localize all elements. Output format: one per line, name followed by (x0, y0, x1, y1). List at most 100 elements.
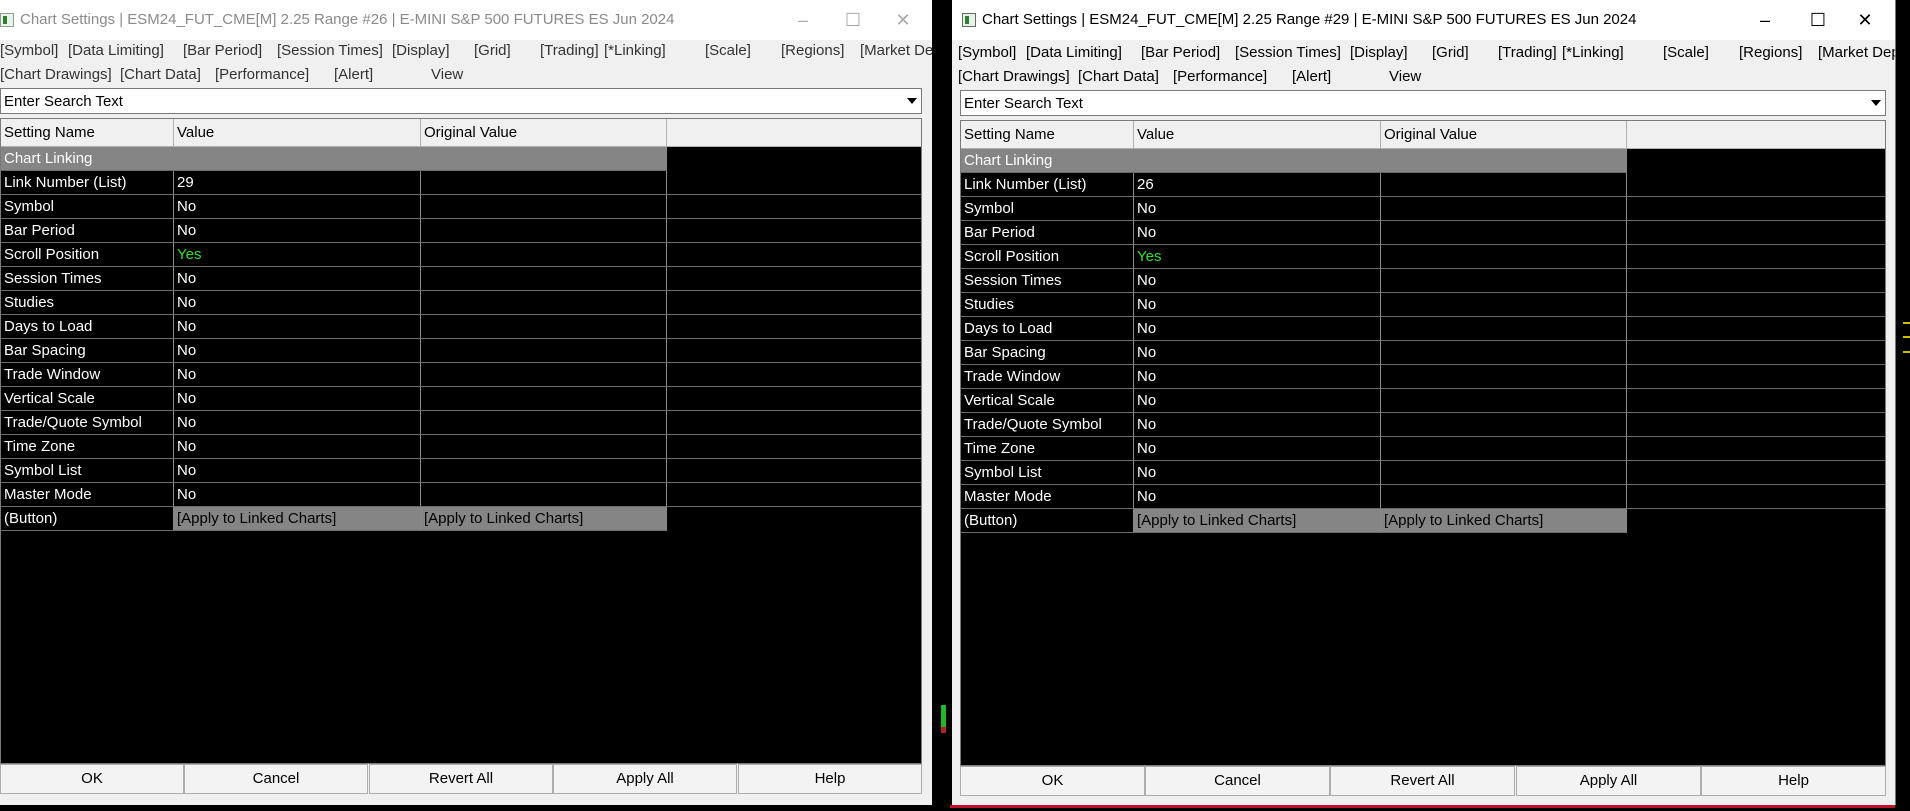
table-row[interactable]: Vertical Scale No (1, 387, 921, 411)
close-icon[interactable]: ✕ (880, 4, 926, 36)
menu-item[interactable]: [Trading] (1498, 44, 1557, 61)
table-row[interactable]: Scroll Position Yes (961, 245, 1885, 269)
setting-value[interactable]: 29 (174, 171, 421, 195)
setting-value[interactable]: No (174, 387, 421, 411)
setting-value[interactable]: No (1134, 317, 1381, 341)
menu-item[interactable]: [Symbol] (0, 42, 58, 59)
search-box[interactable] (960, 90, 1886, 116)
revert-all-button[interactable]: Revert All (369, 764, 553, 794)
menu-item[interactable]: [Grid] (474, 42, 511, 59)
menu-item[interactable]: [Performance] (1173, 68, 1267, 85)
setting-value[interactable]: No (174, 291, 421, 315)
setting-value[interactable]: 26 (1134, 173, 1381, 197)
menu-item[interactable]: [Market Depth] (1818, 44, 1895, 61)
menu-item[interactable]: [Data Limiting] (68, 42, 164, 59)
menu-item[interactable]: [Symbol] (958, 44, 1016, 61)
column-header[interactable] (667, 119, 921, 147)
table-row[interactable]: Time Zone No (1, 435, 921, 459)
table-row[interactable]: Scroll Position Yes (1, 243, 921, 267)
table-row[interactable]: Symbol No (961, 197, 1885, 221)
search-box[interactable] (0, 88, 922, 114)
setting-value[interactable]: No (1134, 437, 1381, 461)
table-row[interactable]: Link Number (List) 26 (961, 173, 1885, 197)
table-row[interactable]: Link Number (List) 29 (1, 171, 921, 195)
column-header[interactable]: Value (174, 119, 421, 147)
menu-item[interactable]: [Bar Period] (1141, 44, 1220, 61)
table-row[interactable]: Symbol List No (1, 459, 921, 483)
menu-item[interactable]: [Display] (392, 42, 450, 59)
table-row[interactable]: Trade/Quote Symbol No (961, 413, 1885, 437)
close-icon[interactable]: ✕ (1842, 4, 1888, 36)
setting-value[interactable]: No (1134, 341, 1381, 365)
search-input[interactable] (964, 92, 1858, 114)
menu-item[interactable]: View (1389, 68, 1421, 85)
menu-item[interactable]: [Data Limiting] (1026, 44, 1122, 61)
setting-value[interactable]: Yes (1134, 245, 1381, 269)
table-row[interactable]: Bar Period No (961, 221, 1885, 245)
setting-value[interactable]: No (1134, 365, 1381, 389)
column-header[interactable]: Setting Name (961, 121, 1134, 149)
table-row[interactable]: Trade Window No (961, 365, 1885, 389)
menu-item[interactable]: [Display] (1350, 44, 1408, 61)
ok-button[interactable]: OK (0, 764, 184, 794)
column-header[interactable]: Original Value (421, 119, 667, 147)
setting-value[interactable]: No (174, 363, 421, 387)
setting-value[interactable]: No (174, 459, 421, 483)
menu-item[interactable]: [Session Times] (1235, 44, 1341, 61)
table-row[interactable]: Vertical Scale No (961, 389, 1885, 413)
column-header[interactable]: Original Value (1381, 121, 1627, 149)
minimize-icon[interactable]: – (780, 4, 826, 36)
menu-item[interactable]: [Alert] (334, 66, 373, 83)
setting-value[interactable]: No (174, 483, 421, 507)
menu-item[interactable]: [Trading] (540, 42, 599, 59)
setting-value[interactable]: No (174, 411, 421, 435)
maximize-icon[interactable]: ☐ (830, 4, 876, 36)
menu-item[interactable]: [Chart Data] (1078, 68, 1159, 85)
menu-item[interactable]: [*Linking] (604, 42, 666, 59)
chevron-down-icon[interactable] (1871, 100, 1881, 106)
table-row[interactable]: Bar Period No (1, 219, 921, 243)
setting-value[interactable]: No (174, 267, 421, 291)
table-row[interactable]: Time Zone No (961, 437, 1885, 461)
apply-all-button[interactable]: Apply All (553, 764, 737, 794)
column-header[interactable]: Setting Name (1, 119, 174, 147)
cancel-button[interactable]: Cancel (184, 764, 368, 794)
table-row[interactable]: Days to Load No (1, 315, 921, 339)
setting-value[interactable]: No (174, 315, 421, 339)
table-row[interactable]: Master Mode No (1, 483, 921, 507)
setting-value[interactable]: No (1134, 269, 1381, 293)
column-header[interactable] (1627, 121, 1885, 149)
menu-item[interactable]: [Chart Drawings] (0, 66, 112, 83)
table-row[interactable]: Studies No (961, 293, 1885, 317)
setting-value[interactable]: No (1134, 197, 1381, 221)
apply-all-button[interactable]: Apply All (1516, 766, 1701, 796)
menu-item[interactable]: [Chart Data] (120, 66, 201, 83)
menu-item[interactable]: [Performance] (215, 66, 309, 83)
setting-value[interactable]: No (174, 219, 421, 243)
apply-to-linked-charts-button[interactable]: [Apply to Linked Charts] (174, 507, 421, 531)
ok-button[interactable]: OK (960, 766, 1145, 796)
menu-item[interactable]: [Scale] (1663, 44, 1709, 61)
menu-item[interactable]: [Grid] (1432, 44, 1469, 61)
maximize-icon[interactable]: ☐ (1795, 4, 1841, 36)
minimize-icon[interactable]: – (1742, 4, 1788, 36)
menu-item[interactable]: View (431, 66, 463, 83)
search-input[interactable] (4, 90, 894, 112)
setting-value[interactable]: Yes (174, 243, 421, 267)
setting-value[interactable]: No (1134, 461, 1381, 485)
menu-item[interactable]: [Scale] (705, 42, 751, 59)
setting-value[interactable]: No (174, 435, 421, 459)
table-row[interactable]: Session Times No (961, 269, 1885, 293)
setting-value[interactable]: No (1134, 221, 1381, 245)
menu-item[interactable]: [Session Times] (277, 42, 383, 59)
menu-item[interactable]: [Market Depth] (860, 42, 932, 59)
setting-value[interactable]: No (1134, 485, 1381, 509)
column-header[interactable]: Value (1134, 121, 1381, 149)
table-row[interactable]: Symbol List No (961, 461, 1885, 485)
menu-item[interactable]: [*Linking] (1562, 44, 1624, 61)
apply-to-linked-charts-button[interactable]: [Apply to Linked Charts] (1134, 509, 1381, 533)
setting-value[interactable]: No (174, 195, 421, 219)
table-row[interactable]: Bar Spacing No (961, 341, 1885, 365)
table-row[interactable]: Trade/Quote Symbol No (1, 411, 921, 435)
table-row[interactable]: Master Mode No (961, 485, 1885, 509)
